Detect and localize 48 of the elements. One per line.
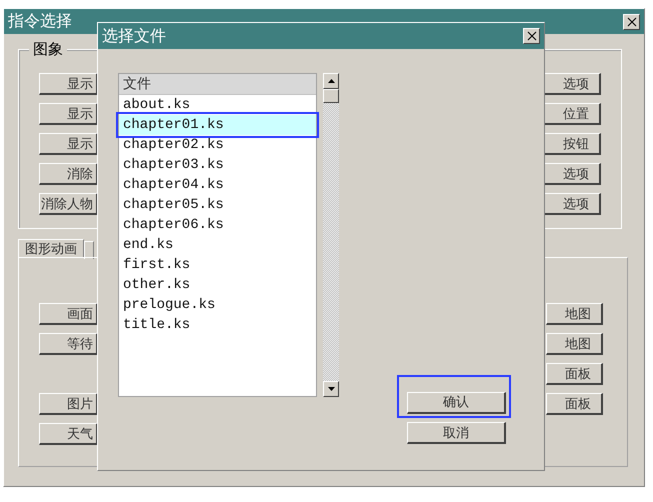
scroll-up-button[interactable] bbox=[323, 73, 339, 89]
command-button[interactable]: 按钮 bbox=[544, 133, 601, 155]
command-button[interactable]: 面板 bbox=[546, 393, 603, 415]
file-item[interactable]: chapter04.ks bbox=[119, 175, 316, 195]
scroll-thumb[interactable] bbox=[323, 89, 339, 103]
close-button[interactable] bbox=[623, 14, 640, 30]
command-button[interactable]: 消除人物 bbox=[39, 193, 98, 215]
up-arrow-icon bbox=[328, 79, 334, 83]
command-button[interactable]: 消除 bbox=[39, 163, 98, 185]
command-button[interactable]: 选项 bbox=[544, 193, 601, 215]
command-button[interactable]: 选项 bbox=[544, 163, 601, 185]
file-item[interactable]: first.ks bbox=[119, 255, 316, 275]
file-item[interactable]: title.ks bbox=[119, 315, 316, 335]
command-button[interactable]: 显示 bbox=[39, 103, 98, 125]
command-button[interactable]: 位置 bbox=[544, 103, 601, 125]
close-button[interactable] bbox=[523, 28, 540, 44]
close-icon bbox=[526, 31, 536, 41]
file-item[interactable]: end.ks bbox=[119, 235, 316, 255]
file-item[interactable]: about.ks bbox=[119, 95, 316, 115]
close-icon bbox=[626, 16, 636, 26]
column-header: 文件 bbox=[119, 74, 316, 95]
command-button[interactable]: 选项 bbox=[544, 73, 601, 95]
file-item[interactable]: chapter05.ks bbox=[119, 195, 316, 215]
command-button[interactable]: 地图 bbox=[546, 333, 603, 355]
command-button[interactable]: 显示 bbox=[39, 73, 98, 95]
command-button[interactable]: 画面 bbox=[39, 303, 98, 325]
file-item[interactable]: other.ks bbox=[119, 275, 316, 295]
command-button[interactable]: 显示 bbox=[39, 133, 98, 155]
command-button[interactable]: 地图 bbox=[546, 303, 603, 325]
file-item[interactable]: chapter01.ks bbox=[119, 115, 316, 135]
file-item[interactable]: chapter06.ks bbox=[119, 215, 316, 235]
file-item[interactable]: prelogue.ks bbox=[119, 295, 316, 315]
scroll-down-button[interactable] bbox=[323, 381, 339, 397]
command-button[interactable]: 面板 bbox=[546, 363, 603, 385]
dialog-title: 选择文件 bbox=[102, 26, 166, 46]
dialog-button[interactable]: 确认 bbox=[407, 392, 506, 414]
command-button[interactable]: 图片 bbox=[39, 393, 98, 415]
dialog-button[interactable]: 取消 bbox=[407, 422, 506, 444]
window-title: 指令选择 bbox=[8, 11, 72, 32]
command-button[interactable]: 天气 bbox=[39, 423, 98, 445]
group-legend: 图象 bbox=[29, 40, 67, 59]
command-button[interactable]: 等待 bbox=[39, 333, 98, 355]
file-item[interactable]: chapter03.ks bbox=[119, 155, 316, 175]
scrollbar[interactable] bbox=[323, 73, 339, 397]
tab[interactable]: 图形动画 bbox=[18, 239, 84, 257]
down-arrow-icon bbox=[328, 387, 334, 391]
file-item[interactable]: chapter02.ks bbox=[119, 135, 316, 155]
tab[interactable] bbox=[84, 241, 94, 259]
